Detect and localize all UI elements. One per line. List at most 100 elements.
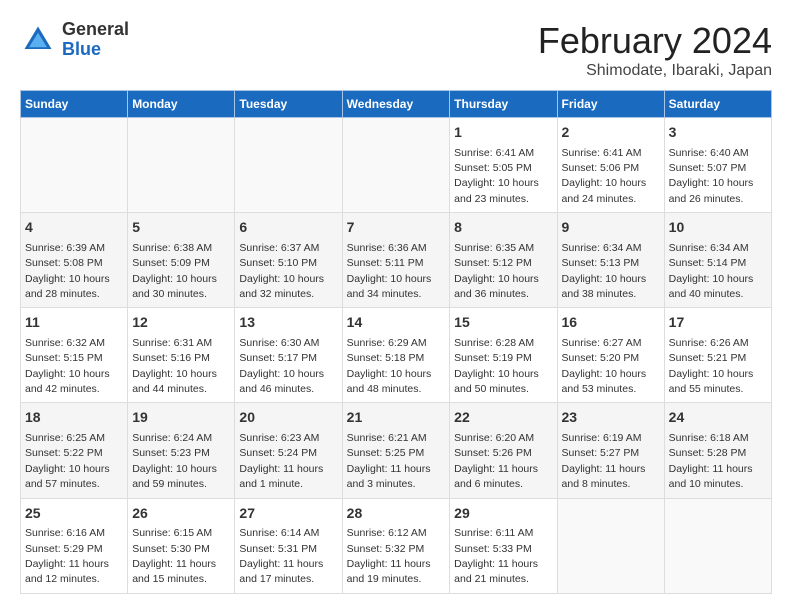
day-number: 29 bbox=[454, 504, 552, 524]
day-info: Sunrise: 6:18 AM Sunset: 5:28 PM Dayligh… bbox=[669, 432, 753, 490]
day-info: Sunrise: 6:31 AM Sunset: 5:16 PM Dayligh… bbox=[132, 337, 217, 395]
calendar-cell: 14Sunrise: 6:29 AM Sunset: 5:18 PM Dayli… bbox=[342, 308, 450, 403]
calendar-cell bbox=[664, 498, 771, 593]
day-info: Sunrise: 6:15 AM Sunset: 5:30 PM Dayligh… bbox=[132, 527, 216, 585]
day-number: 4 bbox=[25, 218, 123, 238]
day-number: 17 bbox=[669, 313, 767, 333]
day-number: 15 bbox=[454, 313, 552, 333]
calendar-cell: 17 Sunrise: 6:26 AM Sunset: 5:21 PM Dayli… bbox=[664, 308, 771, 403]
calendar-cell bbox=[128, 118, 235, 213]
header-day-saturday: Saturday bbox=[664, 91, 771, 118]
day-info: Sunrise: 6:25 AM Sunset: 5:22 PM Dayligh… bbox=[25, 432, 110, 490]
calendar-cell: 7 Sunrise: 6:36 AM Sunset: 5:11 PM Daylig… bbox=[342, 213, 450, 308]
day-info: Sunrise: 6:38 AM Sunset: 5:09 PM Dayligh… bbox=[132, 242, 217, 300]
day-number: 3 bbox=[669, 123, 767, 143]
calendar-cell: 3 Sunrise: 6:40 AM Sunset: 5:07 PM Daylig… bbox=[664, 118, 771, 213]
day-info: Sunrise: 6:21 AM Sunset: 5:25 PM Dayligh… bbox=[347, 432, 431, 490]
calendar-cell: 25 Sunrise: 6:16 AM Sunset: 5:29 PM Dayli… bbox=[21, 498, 128, 593]
calendar-cell: 1 Sunrise: 6:41 AM Sunset: 5:05 PM Daylig… bbox=[450, 118, 557, 213]
title-area: February 2024 Shimodate, Ibaraki, Japan bbox=[538, 20, 772, 80]
calendar-header-row: SundayMondayTuesdayWednesdayThursdayFrid… bbox=[21, 91, 772, 118]
calendar-cell: 6 Sunrise: 6:37 AM Sunset: 5:10 PM Daylig… bbox=[235, 213, 342, 308]
day-number: 1 bbox=[454, 123, 552, 143]
day-number: 8 bbox=[454, 218, 552, 238]
header-day-sunday: Sunday bbox=[21, 91, 128, 118]
calendar-cell: 18 Sunrise: 6:25 AM Sunset: 5:22 PM Dayli… bbox=[21, 403, 128, 498]
calendar-cell bbox=[342, 118, 450, 213]
calendar-cell: 8Sunrise: 6:35 AM Sunset: 5:12 PM Daylig… bbox=[450, 213, 557, 308]
calendar-cell: 23 Sunrise: 6:19 AM Sunset: 5:27 PM Dayli… bbox=[557, 403, 664, 498]
day-info: Sunrise: 6:11 AM Sunset: 5:33 PM Dayligh… bbox=[454, 527, 538, 585]
location: Shimodate, Ibaraki, Japan bbox=[538, 62, 772, 80]
calendar-week-row: 18 Sunrise: 6:25 AM Sunset: 5:22 PM Dayli… bbox=[21, 403, 772, 498]
day-info: Sunrise: 6:26 AM Sunset: 5:21 PM Dayligh… bbox=[669, 337, 754, 395]
day-number: 6 bbox=[239, 218, 337, 238]
calendar-cell: 24 Sunrise: 6:18 AM Sunset: 5:28 PM Dayli… bbox=[664, 403, 771, 498]
calendar-week-row: 11Sunrise: 6:32 AM Sunset: 5:15 PM Dayli… bbox=[21, 308, 772, 403]
logo-blue-text: Blue bbox=[62, 40, 129, 60]
day-info: Sunrise: 6:37 AM Sunset: 5:10 PM Dayligh… bbox=[239, 242, 324, 300]
day-number: 23 bbox=[562, 408, 660, 428]
day-info: Sunrise: 6:24 AM Sunset: 5:23 PM Dayligh… bbox=[132, 432, 217, 490]
calendar-week-row: 4 Sunrise: 6:39 AM Sunset: 5:08 PM Daylig… bbox=[21, 213, 772, 308]
calendar-cell: 2 Sunrise: 6:41 AM Sunset: 5:06 PM Daylig… bbox=[557, 118, 664, 213]
calendar-cell: 28 Sunrise: 6:12 AM Sunset: 5:32 PM Dayli… bbox=[342, 498, 450, 593]
calendar-week-row: 25 Sunrise: 6:16 AM Sunset: 5:29 PM Dayli… bbox=[21, 498, 772, 593]
day-info: Sunrise: 6:16 AM Sunset: 5:29 PM Dayligh… bbox=[25, 527, 109, 585]
day-info: Sunrise: 6:19 AM Sunset: 5:27 PM Dayligh… bbox=[562, 432, 646, 490]
day-info: Sunrise: 6:40 AM Sunset: 5:07 PM Dayligh… bbox=[669, 147, 754, 205]
calendar-cell: 21 Sunrise: 6:21 AM Sunset: 5:25 PM Dayli… bbox=[342, 403, 450, 498]
day-number: 13 bbox=[239, 313, 337, 333]
day-info: Sunrise: 6:30 AM Sunset: 5:17 PM Dayligh… bbox=[239, 337, 324, 395]
day-number: 19 bbox=[132, 408, 230, 428]
logo-icon bbox=[20, 22, 56, 58]
calendar-week-row: 1 Sunrise: 6:41 AM Sunset: 5:05 PM Daylig… bbox=[21, 118, 772, 213]
calendar-cell: 11Sunrise: 6:32 AM Sunset: 5:15 PM Dayli… bbox=[21, 308, 128, 403]
calendar-cell bbox=[557, 498, 664, 593]
day-number: 25 bbox=[25, 504, 123, 524]
day-info: Sunrise: 6:39 AM Sunset: 5:08 PM Dayligh… bbox=[25, 242, 110, 300]
calendar-cell: 20Sunrise: 6:23 AM Sunset: 5:24 PM Dayli… bbox=[235, 403, 342, 498]
calendar-cell: 26 Sunrise: 6:15 AM Sunset: 5:30 PM Dayli… bbox=[128, 498, 235, 593]
day-number: 7 bbox=[347, 218, 446, 238]
day-number: 26 bbox=[132, 504, 230, 524]
day-info: Sunrise: 6:34 AM Sunset: 5:14 PM Dayligh… bbox=[669, 242, 754, 300]
day-info: Sunrise: 6:27 AM Sunset: 5:20 PM Dayligh… bbox=[562, 337, 647, 395]
calendar-cell: 15Sunrise: 6:28 AM Sunset: 5:19 PM Dayli… bbox=[450, 308, 557, 403]
day-info: Sunrise: 6:34 AM Sunset: 5:13 PM Dayligh… bbox=[562, 242, 647, 300]
calendar-cell: 22Sunrise: 6:20 AM Sunset: 5:26 PM Dayli… bbox=[450, 403, 557, 498]
day-info: Sunrise: 6:41 AM Sunset: 5:05 PM Dayligh… bbox=[454, 147, 539, 205]
logo: General Blue bbox=[20, 20, 129, 60]
day-number: 28 bbox=[347, 504, 446, 524]
calendar-cell: 10 Sunrise: 6:34 AM Sunset: 5:14 PM Dayli… bbox=[664, 213, 771, 308]
header-day-thursday: Thursday bbox=[450, 91, 557, 118]
day-number: 11 bbox=[25, 313, 123, 333]
day-number: 2 bbox=[562, 123, 660, 143]
calendar-cell bbox=[21, 118, 128, 213]
calendar-cell: 9 Sunrise: 6:34 AM Sunset: 5:13 PM Daylig… bbox=[557, 213, 664, 308]
day-number: 10 bbox=[669, 218, 767, 238]
day-info: Sunrise: 6:41 AM Sunset: 5:06 PM Dayligh… bbox=[562, 147, 647, 205]
calendar-cell: 19 Sunrise: 6:24 AM Sunset: 5:23 PM Dayli… bbox=[128, 403, 235, 498]
header-day-wednesday: Wednesday bbox=[342, 91, 450, 118]
header-day-monday: Monday bbox=[128, 91, 235, 118]
calendar-cell: 4 Sunrise: 6:39 AM Sunset: 5:08 PM Daylig… bbox=[21, 213, 128, 308]
header-day-tuesday: Tuesday bbox=[235, 91, 342, 118]
calendar-cell: 27 Sunrise: 6:14 AM Sunset: 5:31 PM Dayli… bbox=[235, 498, 342, 593]
day-number: 22 bbox=[454, 408, 552, 428]
day-number: 27 bbox=[239, 504, 337, 524]
day-number: 24 bbox=[669, 408, 767, 428]
day-info: Sunrise: 6:36 AM Sunset: 5:11 PM Dayligh… bbox=[347, 242, 432, 300]
day-info: Sunrise: 6:14 AM Sunset: 5:31 PM Dayligh… bbox=[239, 527, 323, 585]
logo-general-text: General bbox=[62, 20, 129, 40]
day-info: Sunrise: 6:12 AM Sunset: 5:32 PM Dayligh… bbox=[347, 527, 431, 585]
logo-text: General Blue bbox=[62, 20, 129, 60]
calendar-cell: 29 Sunrise: 6:11 AM Sunset: 5:33 PM Dayli… bbox=[450, 498, 557, 593]
calendar-cell: 13 Sunrise: 6:30 AM Sunset: 5:17 PM Dayli… bbox=[235, 308, 342, 403]
day-number: 5 bbox=[132, 218, 230, 238]
day-number: 21 bbox=[347, 408, 446, 428]
day-number: 20 bbox=[239, 408, 337, 428]
header: General Blue February 2024 Shimodate, Ib… bbox=[20, 20, 772, 80]
day-number: 9 bbox=[562, 218, 660, 238]
day-number: 18 bbox=[25, 408, 123, 428]
